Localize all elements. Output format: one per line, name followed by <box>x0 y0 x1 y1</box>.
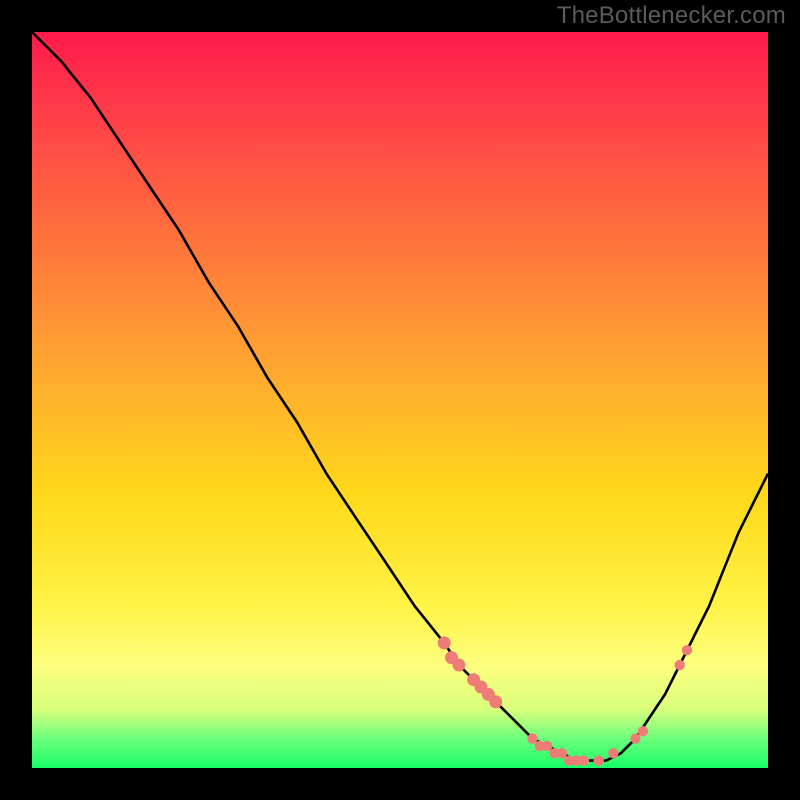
attribution-text: TheBottlenecker.com <box>557 2 786 30</box>
curve-marker <box>675 660 685 670</box>
curve-marker <box>638 726 648 736</box>
curve-marker <box>594 755 604 765</box>
curve-marker <box>557 748 567 758</box>
curve-marker <box>452 659 465 672</box>
curve-marker <box>438 636 451 649</box>
curve-markers <box>438 636 693 765</box>
curve-marker <box>682 645 692 655</box>
bottleneck-curve <box>32 32 768 761</box>
curve-marker <box>630 733 640 743</box>
curve-marker <box>489 695 502 708</box>
bottleneck-curve-svg <box>32 32 768 768</box>
curve-marker <box>542 741 552 751</box>
curve-marker <box>579 755 589 765</box>
chart-frame: TheBottlenecker.com <box>0 0 800 800</box>
curve-marker <box>608 748 618 758</box>
plot-area <box>32 32 768 768</box>
